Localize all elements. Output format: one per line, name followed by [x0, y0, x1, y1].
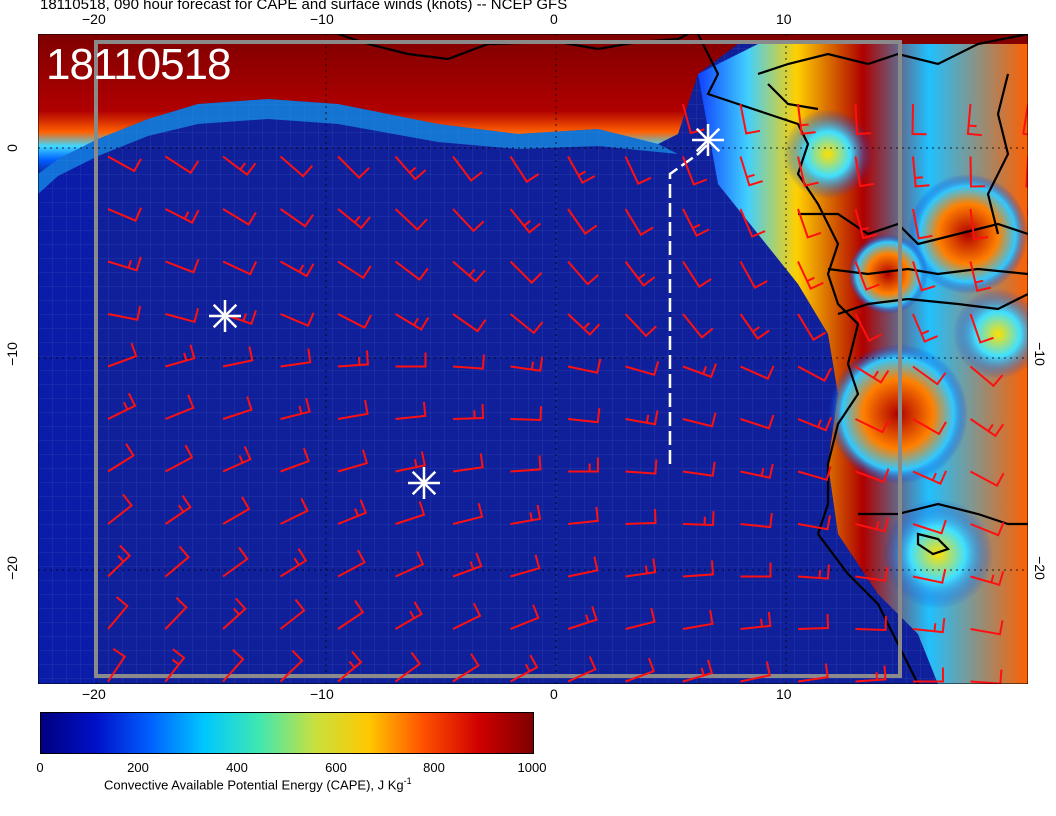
tick-bottom-3: 0	[550, 686, 558, 702]
tick-bottom-1: −20	[82, 686, 106, 702]
tick-top-4: 10	[776, 11, 792, 27]
colorbar	[40, 712, 534, 754]
tick-left-1: 0	[3, 144, 20, 152]
tick-top-1: −20	[82, 11, 106, 27]
tick-top-3: 0	[550, 11, 558, 27]
colorbar-label-0: 0	[36, 760, 44, 775]
map-title: 18110518, 090 hour forecast for CAPE and…	[40, 0, 568, 13]
tick-bottom-2: −10	[310, 686, 334, 702]
colorbar-label-1000: 1000	[517, 760, 547, 775]
tick-bottom-4: 10	[776, 686, 792, 702]
colorbar-title-sup: -1	[403, 776, 412, 786]
colorbar-label-800: 800	[423, 760, 445, 775]
tick-right-2: −20	[1031, 556, 1048, 580]
tick-top-2: −10	[310, 11, 334, 27]
colorbar-label-400: 400	[226, 760, 248, 775]
date-stamp: 18110518	[46, 40, 231, 89]
colorbar-title: Convective Available Potential Energy (C…	[104, 776, 412, 792]
colorbar-title-text: Convective Available Potential Energy (C…	[104, 777, 404, 793]
tick-left-2: −10	[3, 342, 20, 366]
tick-left-3: −20	[3, 556, 20, 580]
colorbar-label-200: 200	[127, 760, 149, 775]
colorbar-label-600: 600	[325, 760, 347, 775]
cape-map	[38, 34, 1028, 684]
tick-right-1: −10	[1031, 342, 1048, 366]
